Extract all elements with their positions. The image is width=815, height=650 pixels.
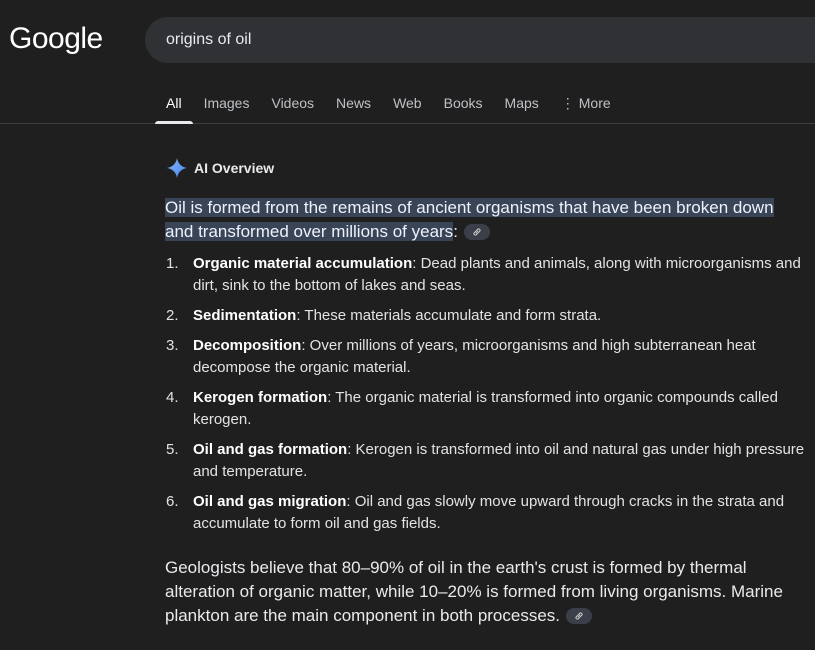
ai-summary: Oil is formed from the remains of ancien…: [165, 196, 805, 244]
sparkle-icon: [166, 157, 188, 179]
step-title: Oil and gas migration: [193, 493, 347, 510]
tab-label: All: [166, 95, 182, 111]
tab-news[interactable]: News: [325, 84, 382, 124]
step-title: Oil and gas formation: [193, 441, 348, 458]
tab-label: News: [336, 95, 372, 111]
steps-list: 1. Organic material accumulation: Dead pl…: [165, 253, 805, 543]
step-title: Sedimentation: [193, 307, 297, 324]
more-vert-icon: ⋮: [560, 95, 575, 111]
list-item: 5. Oil and gas formation: Kerogen is tran…: [165, 439, 805, 483]
tab-images[interactable]: Images: [193, 84, 261, 124]
summary-suffix: :: [453, 222, 458, 241]
tab-videos[interactable]: Videos: [260, 84, 325, 124]
list-item: 1. Organic material accumulation: Dead pl…: [165, 253, 805, 297]
link-icon: [473, 227, 481, 236]
step-title: Decomposition: [193, 337, 302, 354]
tab-label: More: [578, 95, 611, 111]
search-box[interactable]: [145, 17, 815, 63]
step-number: 1.: [166, 255, 179, 272]
search-input[interactable]: [166, 17, 766, 63]
step-number: 2.: [166, 307, 179, 324]
source-link-chip[interactable]: [463, 223, 490, 240]
list-item: 4. Kerogen formation: The organic materia…: [165, 387, 805, 431]
tab-books[interactable]: Books: [433, 84, 494, 124]
tab-web[interactable]: Web: [382, 84, 433, 124]
ai-overview-title: AI Overview: [194, 160, 275, 176]
link-icon: [575, 611, 583, 620]
step-number: 6.: [166, 493, 179, 510]
tab-maps[interactable]: Maps: [494, 84, 550, 124]
ai-paragraph: Geologists believe that 80–90% of oil in…: [165, 556, 805, 628]
list-item: 2. Sedimentation: These materials accumul…: [165, 305, 805, 327]
step-title: Kerogen formation: [193, 389, 328, 406]
search-tabs: All Images Videos News Web Books Maps ⋮ M…: [155, 84, 622, 124]
tab-label: Videos: [271, 95, 315, 111]
step-number: 5.: [166, 441, 179, 458]
paragraph-text: Geologists believe that 80–90% of oil in…: [165, 558, 783, 625]
tab-label: Web: [393, 95, 422, 111]
search-header: Google All Images Videos News Web Books …: [0, 0, 815, 124]
google-logo[interactable]: Google: [9, 22, 103, 56]
list-item: 6. Oil and gas migration: Oil and gas slo…: [165, 491, 805, 535]
tab-label: Maps: [504, 95, 539, 111]
step-number: 4.: [166, 389, 179, 406]
tab-label: Books: [443, 95, 483, 111]
step-number: 3.: [166, 337, 179, 354]
step-title: Organic material accumulation: [193, 255, 413, 272]
tab-more[interactable]: ⋮ More: [550, 84, 622, 124]
source-link-chip[interactable]: [566, 607, 593, 624]
step-text: : These materials accumulate and form st…: [296, 307, 602, 324]
tab-label: Images: [203, 95, 250, 111]
list-item: 3. Decomposition: Over millions of years,…: [165, 335, 805, 379]
tab-all[interactable]: All: [155, 84, 193, 124]
ai-overview-header: AI Overview: [166, 157, 274, 179]
